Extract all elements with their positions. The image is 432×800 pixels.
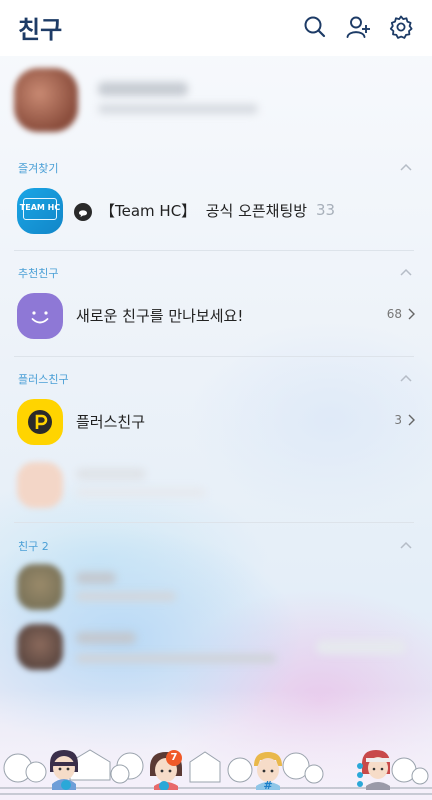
smile-icon <box>17 293 63 339</box>
chevron-up-icon[interactable] <box>400 268 412 276</box>
openchat-icon <box>74 203 92 221</box>
section-recommended-label: 추천친구 <box>18 267 59 280</box>
section-friends-label: 친구 2 <box>18 540 49 553</box>
member-count: 33 <box>316 201 336 219</box>
more-tab-icon[interactable] <box>352 744 396 790</box>
avatar <box>17 624 63 670</box>
name-blurred <box>76 572 116 584</box>
search-icon[interactable] <box>302 14 328 40</box>
team-hc-logo: TEAM HC <box>17 188 63 234</box>
tab-bar: 7 # <box>0 690 432 800</box>
friends-tab-icon[interactable] <box>44 744 84 790</box>
profile-status-blurred <box>98 104 258 114</box>
friend-row[interactable] <box>0 620 432 680</box>
plus-friends-count: 3 <box>394 413 402 427</box>
plus-friend-logo-icon <box>17 399 63 445</box>
divider <box>14 522 414 523</box>
avatar <box>17 564 63 610</box>
app-header: 친구 <box>0 0 432 56</box>
name-blurred <box>76 468 146 480</box>
search-tab-icon[interactable]: # <box>248 744 288 792</box>
chevron-up-icon[interactable] <box>400 541 412 549</box>
name-blurred <box>76 632 136 644</box>
settings-icon[interactable] <box>388 14 414 40</box>
plus-friend-blurred-row[interactable] <box>0 456 432 516</box>
avatar <box>17 462 63 508</box>
music-blurred <box>316 640 406 654</box>
add-friend-icon[interactable] <box>345 14 371 40</box>
divider <box>14 356 414 357</box>
divider <box>14 250 414 251</box>
section-plus-label: 플러스친구 <box>18 373 69 386</box>
page-title: 친구 <box>18 16 63 44</box>
chevron-up-icon[interactable] <box>400 374 412 382</box>
unread-badge: 7 <box>166 750 182 766</box>
status-blurred <box>76 654 276 663</box>
status-blurred <box>76 592 176 601</box>
svg-text:#: # <box>263 779 272 790</box>
friend-row[interactable] <box>0 560 432 620</box>
openchat-title: 【Team HC】 공식 오픈채팅방 <box>100 202 308 220</box>
chevron-right-icon <box>408 414 415 426</box>
chevron-right-icon <box>408 308 415 320</box>
plus-friends-item[interactable]: 플러스친구 3 <box>0 393 432 453</box>
section-favorites-label: 즐겨찾기 <box>18 162 59 175</box>
chats-tab-icon[interactable] <box>146 744 186 791</box>
recommended-friends-item[interactable]: 새로운 친구를 만나보세요! 68 <box>0 287 432 347</box>
recommended-count: 68 <box>386 307 402 321</box>
my-avatar <box>14 68 78 132</box>
profile-name-blurred <box>98 82 188 96</box>
plus-friends-title: 플러스친구 <box>76 413 146 431</box>
my-profile[interactable] <box>14 66 418 134</box>
favorite-item-openchat[interactable]: TEAM HC 【Team HC】 공식 오픈채팅방 33 <box>0 182 432 242</box>
chevron-up-icon[interactable] <box>400 163 412 171</box>
status-blurred <box>76 488 206 497</box>
recommended-title: 새로운 친구를 만나보세요! <box>76 307 244 325</box>
